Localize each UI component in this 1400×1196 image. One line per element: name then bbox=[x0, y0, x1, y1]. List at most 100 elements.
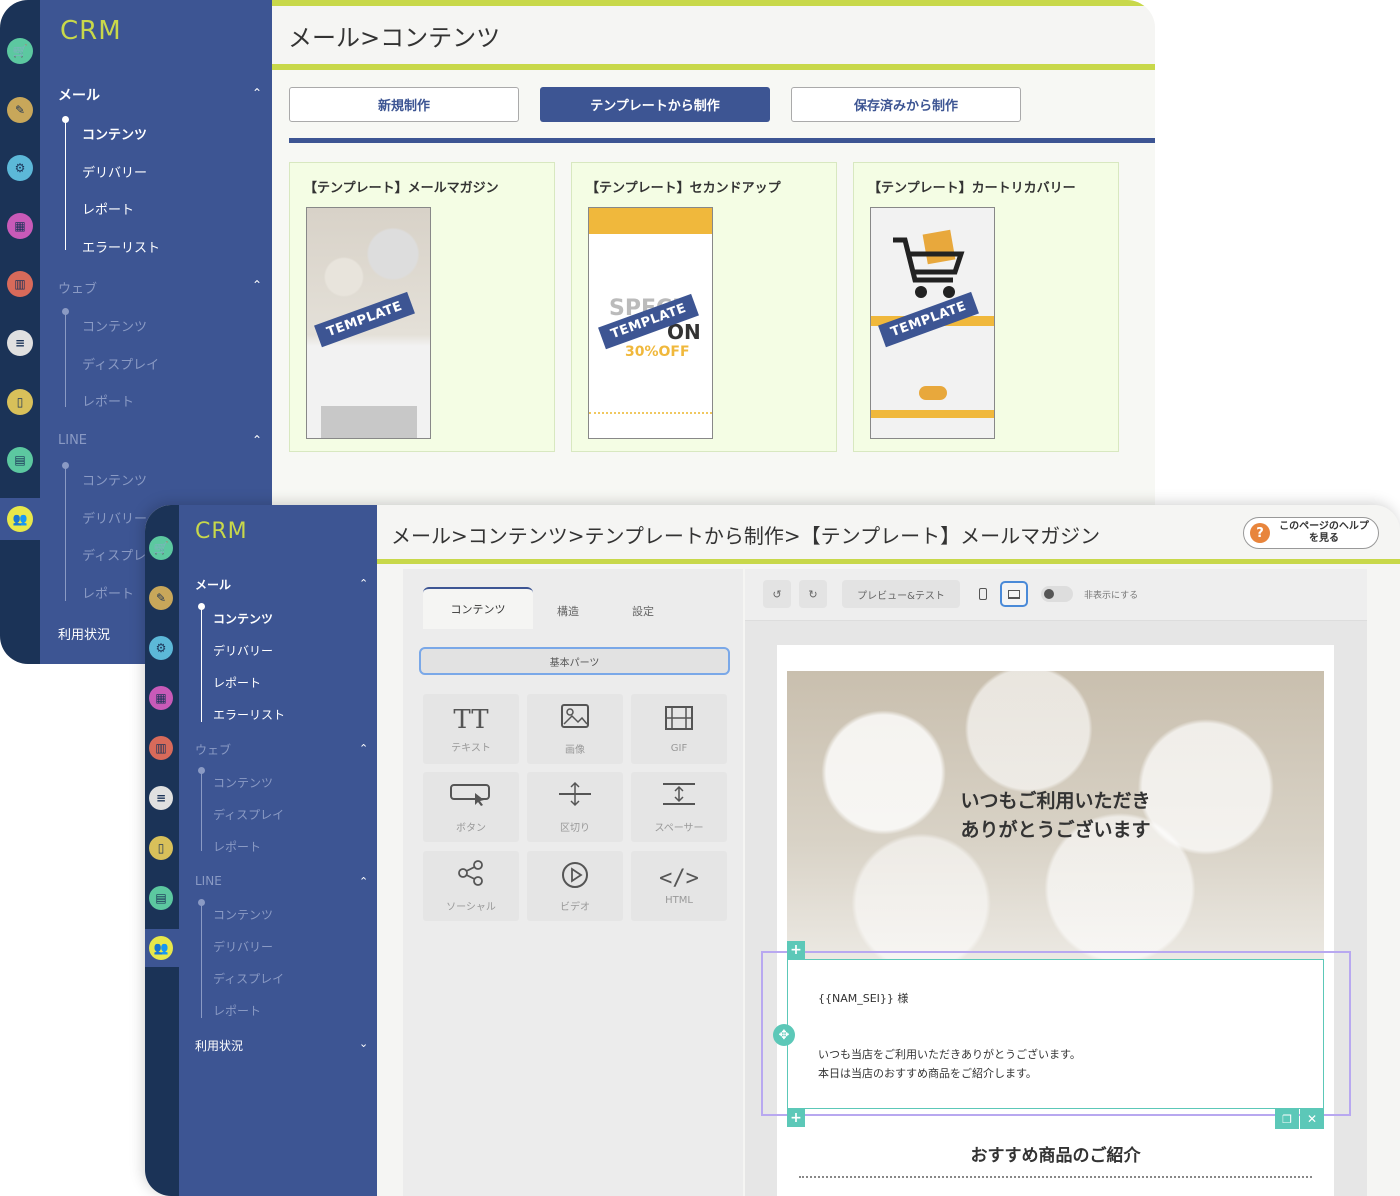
tab-settings[interactable]: 設定 bbox=[608, 593, 678, 629]
users-icon[interactable]: 👥 bbox=[7, 506, 33, 532]
edit-icon[interactable]: ✎ bbox=[149, 586, 173, 610]
chevron-up-icon[interactable]: ⌃ bbox=[359, 742, 368, 755]
sidebar-item-line-report[interactable]: レポート bbox=[82, 583, 134, 602]
sidebar-section-line[interactable]: LINE bbox=[195, 874, 222, 888]
saved-create-button[interactable]: 保存済みから制作 bbox=[791, 87, 1021, 122]
basic-parts-button[interactable]: 基本パーツ bbox=[419, 647, 730, 675]
chevron-down-icon[interactable]: ⌄ bbox=[359, 1037, 368, 1050]
add-row-above-button[interactable]: + bbox=[787, 941, 805, 959]
gear-icon[interactable]: ⚙ bbox=[149, 636, 173, 660]
hide-toggle[interactable] bbox=[1041, 586, 1073, 602]
template-card[interactable]: 【テンプレート】セカンドアップ SPECI ON 30%OFF TEMPLATE bbox=[571, 162, 837, 452]
tab-structure[interactable]: 構造 bbox=[533, 593, 603, 629]
template-card[interactable]: 【テンプレート】メールマガジン TEMPLATE bbox=[289, 162, 555, 452]
template-card[interactable]: 【テンプレート】カートリカバリー TEMPLATE bbox=[853, 162, 1119, 452]
redo-button[interactable]: ↻ bbox=[799, 580, 827, 608]
help-icon: ? bbox=[1250, 523, 1270, 543]
chevron-up-icon[interactable]: ⌃ bbox=[252, 86, 262, 100]
video-part-tile[interactable]: ビデオ bbox=[527, 851, 623, 921]
button-part-tile[interactable]: ボタン bbox=[423, 772, 519, 842]
chevron-up-icon[interactable]: ⌃ bbox=[252, 433, 262, 447]
sidebar-item-web-display[interactable]: ディスプレイ bbox=[213, 806, 284, 823]
tab-contents[interactable]: コンテンツ bbox=[423, 587, 533, 629]
sidebar-item-mail-errorlist[interactable]: エラーリスト bbox=[82, 237, 160, 256]
chart-icon[interactable]: ▥ bbox=[149, 736, 173, 760]
image-part-tile[interactable]: 画像 bbox=[527, 694, 623, 764]
sidebar-section-web[interactable]: ウェブ bbox=[58, 278, 97, 297]
help-button[interactable]: ? このページのヘルプを見る bbox=[1243, 517, 1379, 549]
duplicate-icon: ❐ bbox=[1282, 1112, 1292, 1126]
hero-line-1: いつもご利用いただき bbox=[960, 790, 1151, 812]
sidebar-item-mail-report[interactable]: レポート bbox=[213, 674, 261, 691]
sidebar-section-mail[interactable]: メール bbox=[58, 85, 100, 105]
preview-test-button[interactable]: プレビュー&テスト bbox=[842, 580, 960, 608]
editor-area: ↺ ↻ プレビュー&テスト 非表示にする いつもご利用いただき ありがとうござい… bbox=[745, 569, 1367, 1196]
sidebar-section-mail[interactable]: メール bbox=[195, 576, 231, 593]
users-icon[interactable]: 👥 bbox=[149, 936, 173, 960]
delete-button[interactable]: ✕ bbox=[1300, 1109, 1324, 1129]
html-part-tile[interactable]: </> HTML bbox=[631, 851, 727, 921]
sidebar-item-line-delivery[interactable]: デリバリー bbox=[82, 508, 147, 527]
chevron-up-icon[interactable]: ⌃ bbox=[359, 875, 368, 888]
clipboard-icon[interactable]: ▤ bbox=[7, 447, 33, 473]
redo-icon: ↻ bbox=[808, 587, 818, 601]
duplicate-button[interactable]: ❐ bbox=[1275, 1109, 1299, 1129]
gif-part-tile[interactable]: GIF bbox=[631, 694, 727, 764]
app-title: CRM bbox=[195, 519, 248, 544]
add-row-below-button[interactable]: + bbox=[787, 1109, 805, 1127]
sidebar-item-mail-delivery[interactable]: デリバリー bbox=[213, 642, 273, 659]
sidebar-usage[interactable]: 利用状況 bbox=[195, 1037, 243, 1054]
undo-icon: ↺ bbox=[772, 587, 782, 601]
app-title: CRM bbox=[60, 16, 122, 46]
social-part-tile[interactable]: ソーシャル bbox=[423, 851, 519, 921]
sidebar-item-mail-contents[interactable]: コンテンツ bbox=[213, 610, 273, 627]
layout-icon[interactable]: ▦ bbox=[7, 213, 33, 239]
new-create-button[interactable]: 新規制作 bbox=[289, 87, 519, 122]
sidebar-section-line[interactable]: LINE bbox=[58, 433, 87, 448]
social-icon bbox=[456, 859, 486, 890]
template-thumbnail: TEMPLATE bbox=[870, 207, 995, 439]
sidebar-item-web-display[interactable]: ディスプレイ bbox=[82, 354, 159, 373]
divider-icon bbox=[557, 781, 593, 811]
clipboard-icon[interactable]: ▤ bbox=[149, 886, 173, 910]
undo-button[interactable]: ↺ bbox=[763, 580, 791, 608]
sidebar-item-web-contents[interactable]: コンテンツ bbox=[213, 774, 273, 791]
chart-icon[interactable]: ▥ bbox=[7, 271, 33, 297]
chevron-up-icon[interactable]: ⌃ bbox=[252, 278, 262, 292]
html-icon: </> bbox=[659, 866, 699, 891]
text-part-tile[interactable]: TT テキスト bbox=[423, 694, 519, 764]
template-create-button[interactable]: テンプレートから制作 bbox=[540, 87, 770, 122]
divider-part-tile[interactable]: 区切り bbox=[527, 772, 623, 842]
sidebar-item-mail-report[interactable]: レポート bbox=[82, 199, 134, 218]
sidebar-item-web-report[interactable]: レポート bbox=[213, 838, 261, 855]
cart-icon[interactable]: 🛒 bbox=[149, 536, 173, 560]
sidebar-usage[interactable]: 利用状況 bbox=[58, 624, 110, 643]
chevron-up-icon[interactable]: ⌃ bbox=[359, 577, 368, 590]
sidebar-item-web-contents[interactable]: コンテンツ bbox=[82, 316, 147, 335]
sidebar-item-mail-errorlist[interactable]: エラーリスト bbox=[213, 706, 285, 723]
gear-icon[interactable]: ⚙ bbox=[7, 155, 33, 181]
mobile-view-button[interactable] bbox=[973, 584, 993, 604]
spacer-icon bbox=[661, 781, 697, 811]
spacer-part-tile[interactable]: スペーサー bbox=[631, 772, 727, 842]
phone-icon[interactable]: ▯ bbox=[149, 836, 173, 860]
sidebar-item-mail-contents[interactable]: コンテンツ bbox=[82, 124, 147, 143]
sidebar-item-web-report[interactable]: レポート bbox=[82, 391, 134, 410]
server-icon[interactable]: ≡ bbox=[149, 786, 173, 810]
server-icon[interactable]: ≡ bbox=[7, 330, 33, 356]
phone-icon[interactable]: ▯ bbox=[7, 389, 33, 415]
layout-icon[interactable]: ▦ bbox=[149, 686, 173, 710]
sidebar-section-web[interactable]: ウェブ bbox=[195, 741, 231, 758]
sidebar-item-line-display[interactable]: ディスプレイ bbox=[213, 970, 284, 987]
sidebar-item-line-contents[interactable]: コンテンツ bbox=[213, 906, 273, 923]
edit-icon[interactable]: ✎ bbox=[7, 97, 33, 123]
page-title: メール>コンテンツ bbox=[288, 24, 501, 52]
video-icon bbox=[560, 860, 590, 894]
desktop-view-button[interactable] bbox=[1000, 581, 1028, 607]
move-handle[interactable]: ✥ bbox=[773, 1024, 795, 1046]
sidebar-item-mail-delivery[interactable]: デリバリー bbox=[82, 162, 147, 181]
sidebar-item-line-delivery[interactable]: デリバリー bbox=[213, 938, 273, 955]
cart-icon[interactable]: 🛒 bbox=[7, 38, 33, 64]
sidebar-item-line-contents[interactable]: コンテンツ bbox=[82, 470, 147, 489]
sidebar-item-line-report[interactable]: レポート bbox=[213, 1002, 261, 1019]
